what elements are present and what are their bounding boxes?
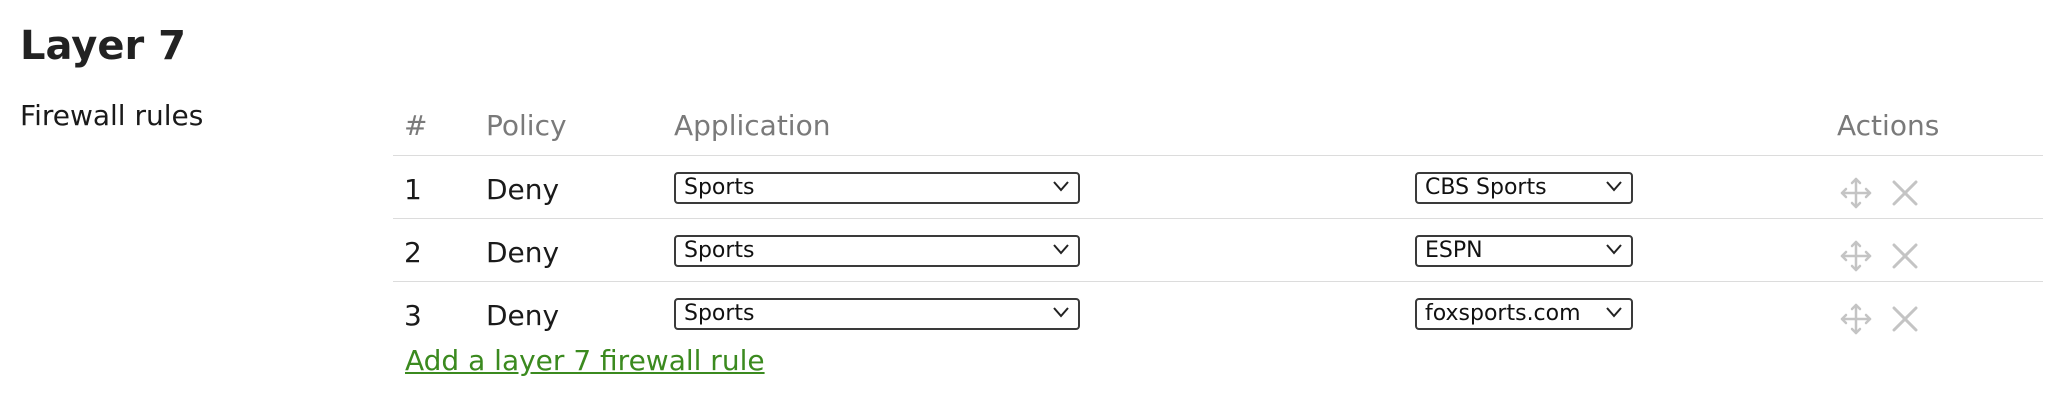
application-select[interactable]: CBS Sports <box>1415 172 1633 204</box>
move-icon[interactable] <box>1839 176 1873 210</box>
category-select-value: Sports <box>684 301 755 326</box>
chevron-down-icon <box>1606 244 1622 255</box>
application-select[interactable]: ESPN <box>1415 235 1633 267</box>
category-select-value: Sports <box>684 175 755 200</box>
category-select[interactable]: Sports <box>674 235 1080 267</box>
rule-policy: Deny <box>486 299 560 332</box>
chevron-down-icon <box>1053 244 1069 255</box>
move-icon[interactable] <box>1839 239 1873 273</box>
header-number: # <box>404 109 428 142</box>
application-select-value: foxsports.com <box>1425 301 1581 326</box>
application-select[interactable]: foxsports.com <box>1415 298 1633 330</box>
rule-policy: Deny <box>486 173 560 206</box>
category-select[interactable]: Sports <box>674 298 1080 330</box>
firewall-rules-label: Firewall rules <box>20 99 204 132</box>
close-icon[interactable] <box>1889 240 1921 272</box>
category-select-value: Sports <box>684 238 755 263</box>
chevron-down-icon <box>1606 181 1622 192</box>
rule-number: 1 <box>404 173 422 206</box>
chevron-down-icon <box>1053 307 1069 318</box>
table-row: 2 Deny Sports ESPN <box>393 219 2043 282</box>
category-select[interactable]: Sports <box>674 172 1080 204</box>
chevron-down-icon <box>1053 181 1069 192</box>
application-select-value: ESPN <box>1425 238 1483 263</box>
section-title: Layer 7 <box>20 23 186 69</box>
chevron-down-icon <box>1606 307 1622 318</box>
table-row: 1 Deny Sports CBS Sports <box>393 156 2043 219</box>
rule-number: 3 <box>404 299 422 332</box>
header-policy: Policy <box>486 109 567 142</box>
rule-policy: Deny <box>486 236 560 269</box>
table-header: # Policy Application Actions <box>393 100 2043 156</box>
header-actions: Actions <box>1837 109 1940 142</box>
close-icon[interactable] <box>1889 177 1921 209</box>
move-icon[interactable] <box>1839 302 1873 336</box>
rule-number: 2 <box>404 236 422 269</box>
header-application: Application <box>674 109 831 142</box>
close-icon[interactable] <box>1889 303 1921 335</box>
layer7-rules-table: # Policy Application Actions 1 Deny Spor… <box>393 100 2043 344</box>
application-select-value: CBS Sports <box>1425 175 1547 200</box>
table-row: 3 Deny Sports foxsports.com <box>393 282 2043 344</box>
add-layer7-rule-link[interactable]: Add a layer 7 firewall rule <box>405 343 765 379</box>
